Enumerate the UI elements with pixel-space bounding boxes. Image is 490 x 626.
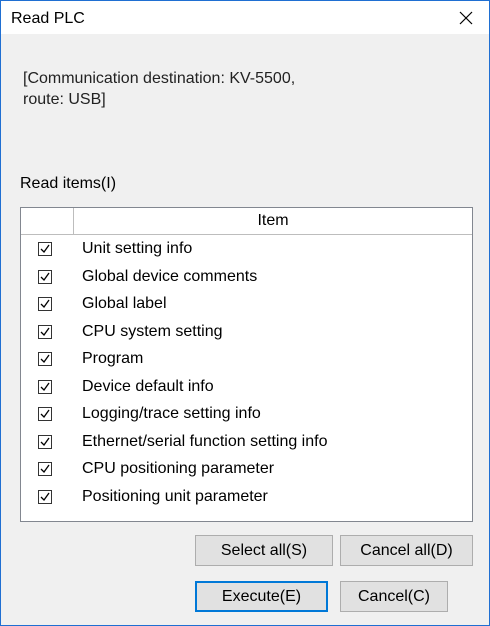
item-label: Global device comments [82, 267, 258, 285]
checkmark-icon [40, 327, 50, 336]
list-item[interactable]: Unit setting info [21, 236, 472, 264]
item-checkbox[interactable] [38, 379, 52, 394]
checkmark-icon [40, 409, 50, 419]
checkmark-icon [40, 464, 50, 474]
read-plc-dialog: Read PLC [Communication destination: KV-… [0, 0, 490, 626]
item-label: Program [82, 350, 144, 367]
item-checkbox[interactable] [38, 242, 52, 256]
list-header: Item [21, 208, 472, 235]
execute-button[interactable]: Execute(E) [195, 581, 328, 612]
item-checkbox[interactable] [38, 297, 52, 311]
read-items-list[interactable]: Item Unit setting info Global device comm… [20, 207, 473, 522]
checkmark-icon [40, 492, 50, 501]
item-label: Positioning unit parameter [82, 487, 268, 505]
item-label: Device default info [82, 377, 214, 395]
item-label: Logging/trace setting info [82, 405, 261, 422]
item-checkbox[interactable] [38, 462, 52, 476]
select-all-button[interactable]: Select all(S) [195, 535, 333, 566]
item-checkbox[interactable] [38, 352, 52, 366]
checkmark-icon [40, 354, 50, 364]
list-item[interactable]: Global device comments [21, 264, 472, 292]
item-checkbox[interactable] [38, 324, 52, 339]
list-item[interactable]: Program [21, 346, 472, 374]
list-item[interactable]: Positioning unit parameter [21, 484, 472, 512]
item-checkbox[interactable] [38, 407, 52, 421]
cancel-all-button[interactable]: Cancel all(D) [340, 535, 473, 566]
item-label: Unit setting info [82, 240, 193, 257]
list-item[interactable]: Ethernet/serial function setting info [21, 429, 472, 457]
item-checkbox[interactable] [38, 489, 52, 504]
item-label: CPU positioning parameter [82, 460, 275, 477]
checkmark-icon [40, 437, 50, 446]
checkmark-icon [40, 299, 50, 309]
list-item[interactable]: CPU system setting [21, 319, 472, 347]
list-rows: Unit setting info Global device comments G… [21, 236, 472, 511]
item-label: CPU system setting [82, 322, 223, 340]
item-label: Ethernet/serial function setting info [82, 432, 328, 450]
list-item[interactable]: CPU positioning parameter [21, 456, 472, 484]
header-item-column[interactable]: Item [74, 208, 472, 234]
list-item[interactable]: Device default info [21, 374, 472, 402]
communication-destination-text: [Communication destination: KV-5500, rou… [23, 70, 296, 108]
item-checkbox[interactable] [38, 269, 52, 284]
title-bar: Read PLC [1, 1, 489, 34]
list-item[interactable]: Global label [21, 291, 472, 319]
close-icon [459, 11, 473, 24]
item-label: Global label [82, 295, 167, 312]
read-items-label: Read items(I) [20, 175, 117, 192]
header-checkbox-column[interactable] [21, 208, 74, 234]
cancel-button[interactable]: Cancel(C) [340, 581, 448, 612]
item-checkbox[interactable] [38, 434, 52, 449]
list-item[interactable]: Logging/trace setting info [21, 401, 472, 429]
window-title: Read PLC [11, 10, 85, 27]
close-button[interactable] [443, 1, 489, 34]
checkmark-icon [40, 382, 50, 391]
checkmark-icon [40, 244, 50, 254]
checkmark-icon [40, 272, 50, 281]
